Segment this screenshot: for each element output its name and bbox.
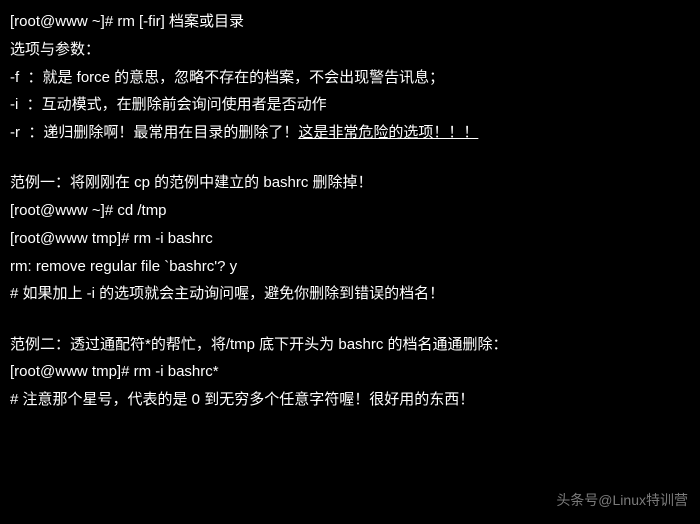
blank-line <box>10 308 690 331</box>
cmd-rm-wildcard: [root@www tmp]# rm -i bashrc* <box>10 358 690 386</box>
comment-i-option: # 如果加上 -i 的选项就会主动询问喔，避免你删除到错误的档名！ <box>10 280 690 308</box>
example1-header: 范例一：将刚刚在 cp 的范例中建立的 bashrc 删除掉！ <box>10 169 690 197</box>
rm-prompt: rm: remove regular file `bashrc'? y <box>10 253 690 281</box>
option-r-prefix: -r ：递归删除啊！最常用在目录的删除了！ <box>10 124 298 141</box>
blank-line <box>10 147 690 170</box>
command-usage: [root@www ~]# rm [-fir] 档案或目录 <box>10 8 690 36</box>
option-i: -i ：互动模式，在删除前会询问使用者是否动作 <box>10 91 690 119</box>
option-f: -f ：就是 force 的意思，忽略不存在的档案，不会出现警告讯息； <box>10 64 690 92</box>
terminal-output: [root@www ~]# rm [-fir] 档案或目录 选项与参数： -f … <box>0 0 700 422</box>
watermark-text: 头条号@Linux特训营 <box>556 488 688 514</box>
example2-header: 范例二：透过通配符*的帮忙，将/tmp 底下开头为 bashrc 的档名通通删除… <box>10 331 690 359</box>
option-r-warning: 这是非常危险的选项！！！ <box>298 124 478 141</box>
comment-wildcard: # 注意那个星号，代表的是 0 到无穷多个任意字符喔！很好用的东西！ <box>10 386 690 414</box>
option-r: -r ：递归删除啊！最常用在目录的删除了！这是非常危险的选项！！！ <box>10 119 690 147</box>
cmd-rm-bashrc: [root@www tmp]# rm -i bashrc <box>10 225 690 253</box>
cmd-cd-tmp: [root@www ~]# cd /tmp <box>10 197 690 225</box>
options-header: 选项与参数： <box>10 36 690 64</box>
